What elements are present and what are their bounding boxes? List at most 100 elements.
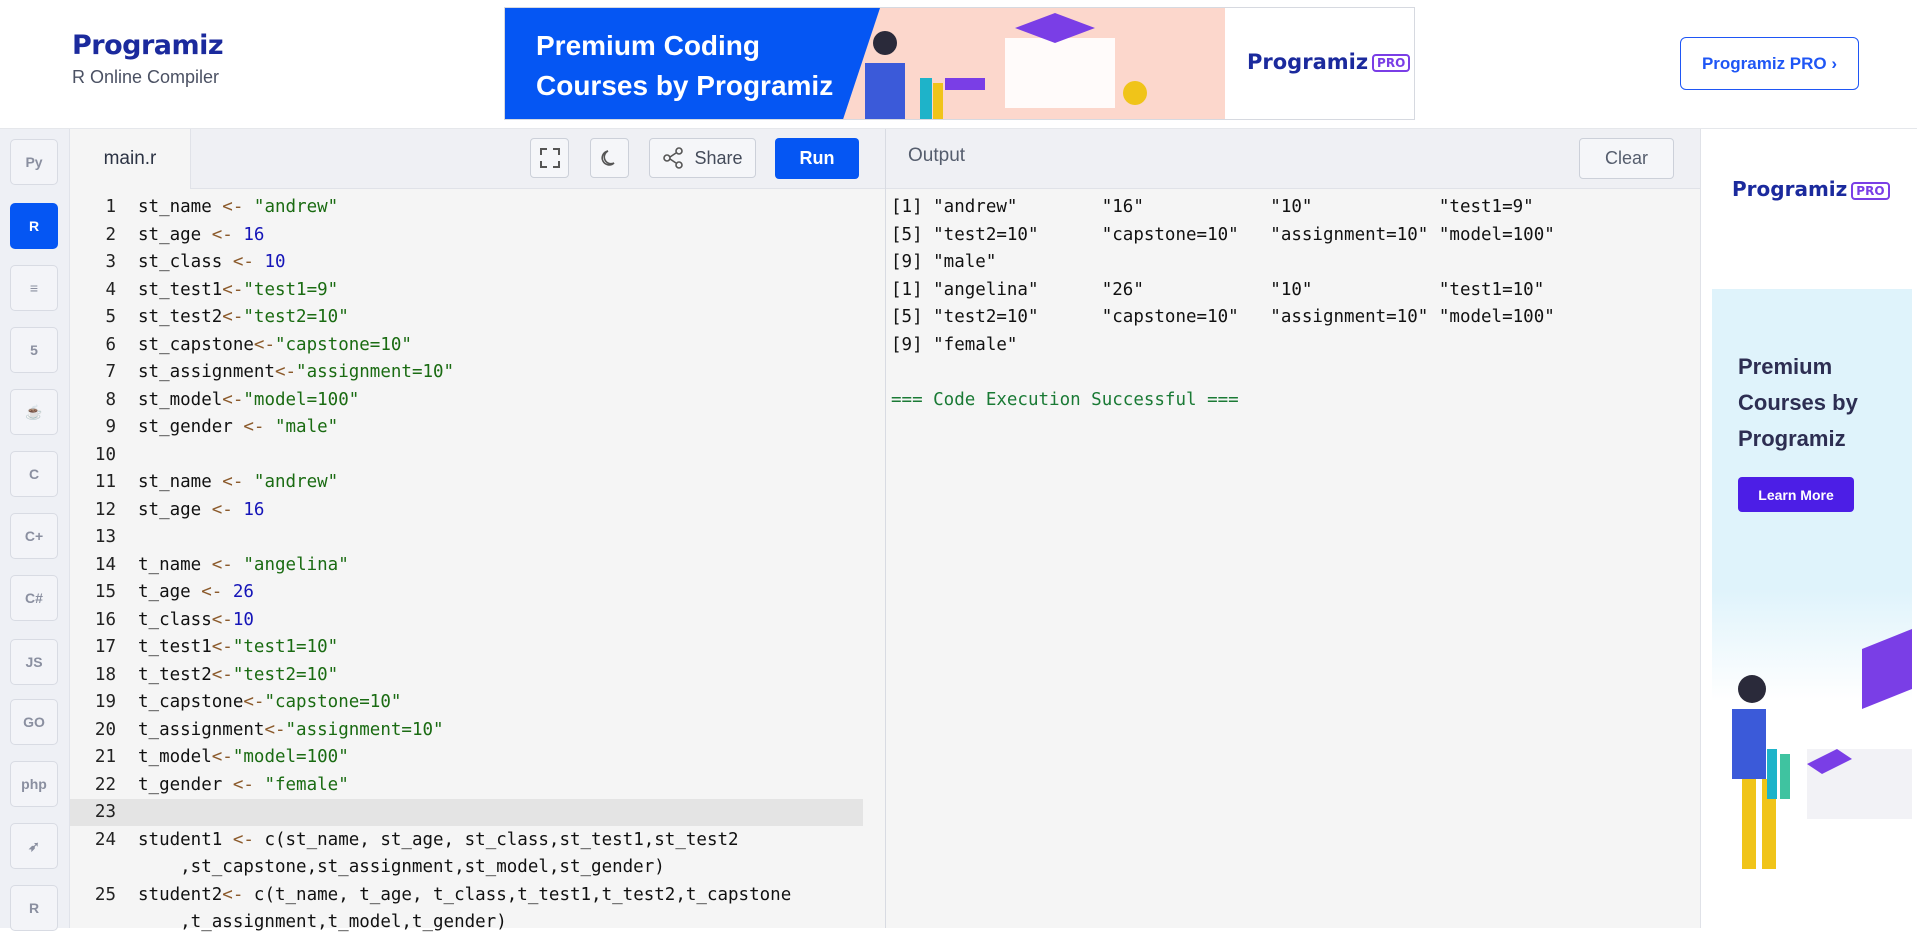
cpp-icon: C+ <box>24 528 44 544</box>
code-line[interactable]: 6 st_capstone<-"capstone=10" <box>70 332 412 359</box>
line-number: 11 <box>94 472 116 492</box>
code-text: st_age <- 16 <box>138 499 265 520</box>
code-text: ,t_assignment,t_model,t_gender) <box>138 912 507 932</box>
code-line[interactable]: 1 st_name <- "andrew" <box>70 194 338 221</box>
sidebar-item-javascript[interactable]: JS <box>10 639 58 685</box>
sidebar-item-python[interactable]: Py <box>10 139 58 185</box>
code-line[interactable]: 21 t_model<-"model=100" <box>70 744 349 771</box>
code-line[interactable]: 23 <box>70 799 138 826</box>
right-ad-logo: Programiz PRO <box>1732 177 1890 201</box>
code-line[interactable]: 12 st_age <- 16 <box>70 497 265 524</box>
ad-logo-text: Programiz <box>1247 50 1369 74</box>
code-line[interactable]: 10 <box>70 442 138 469</box>
code-line[interactable]: 4 st_test1<-"test1=9" <box>70 277 338 304</box>
output-pane: Output Clear [1] "andrew" "16" "10" "tes… <box>885 129 1700 928</box>
code-line[interactable]: 17 t_test1<-"test1=10" <box>70 634 338 661</box>
code-line[interactable]: 18 t_test2<-"test2=10" <box>70 662 338 689</box>
code-text: ,st_capstone,st_assignment,st_model,st_g… <box>138 857 665 877</box>
line-number: 14 <box>94 554 116 575</box>
code-editor[interactable]: 1 st_name <- "andrew" 2 st_age <- 16 3 st_cla… <box>70 188 885 932</box>
clear-button[interactable]: Clear <box>1579 138 1674 179</box>
code-line[interactable]: 14 t_name <- "angelina" <box>70 552 349 579</box>
sidebar-item-rust[interactable]: R <box>10 885 58 931</box>
share-button[interactable]: Share <box>649 138 756 178</box>
code-text: student2<- c(t_name, t_age, t_class,t_te… <box>138 884 792 905</box>
learn-more-button[interactable]: Learn More <box>1738 477 1854 512</box>
brand[interactable]: Programiz R Online Compiler <box>72 30 224 88</box>
line-number: 7 <box>105 362 116 382</box>
output-line: [1] "andrew" "16" "10" "test1=9" <box>891 197 1534 217</box>
code-line[interactable]: ,st_capstone,st_assignment,st_model,st_g… <box>70 854 665 881</box>
sidebar-item-r[interactable]: R <box>10 203 58 249</box>
code-text: st_capstone<-"capstone=10" <box>138 334 412 355</box>
code-text: t_age <- 26 <box>138 582 254 602</box>
sidebar-item-cpp[interactable]: C+ <box>10 513 58 559</box>
code-text: st_test1<-"test1=9" <box>138 279 339 300</box>
code-text: st_test2<-"test2=10" <box>138 307 349 327</box>
code-line[interactable]: 24 student1 <- c(st_name, st_age, st_clas… <box>70 827 739 854</box>
sidebar-item-java[interactable]: ☕ <box>10 389 58 435</box>
code-line[interactable]: 22 t_gender <- "female" <box>70 772 349 799</box>
code-text: st_name <- "andrew" <box>138 472 339 492</box>
code-line[interactable]: 15 t_age <- 26 <box>70 579 254 606</box>
tab-main-r[interactable]: main.r <box>70 129 191 189</box>
code-line[interactable]: 8 st_model<-"model=100" <box>70 387 359 414</box>
line-number: 3 <box>105 252 116 272</box>
code-text: t_name <- "angelina" <box>138 554 349 575</box>
line-number: 22 <box>94 774 116 795</box>
dark-mode-button[interactable] <box>590 138 629 178</box>
sidebar-item-c[interactable]: C <box>10 451 58 497</box>
output-line: [9] "male" <box>891 252 997 272</box>
programiz-pro-button[interactable]: Programiz PRO › <box>1680 37 1859 90</box>
sidebar-item-swift[interactable]: ➶ <box>10 823 58 869</box>
html5-icon: 5 <box>30 342 38 358</box>
swift-icon: ➶ <box>28 837 40 854</box>
csharp-icon: C# <box>25 590 43 606</box>
code-line[interactable]: 3 st_class <- 10 <box>70 249 285 276</box>
go-icon: GO <box>23 714 45 730</box>
sidebar-item-php[interactable]: php <box>10 761 58 807</box>
code-text: t_assignment<-"assignment=10" <box>138 719 444 740</box>
fullscreen-button[interactable] <box>530 138 569 178</box>
javascript-icon: JS <box>25 654 43 670</box>
code-text: st_gender <- "male" <box>138 417 339 437</box>
line-number: 5 <box>105 307 116 327</box>
ad-headline: Premium Coding Courses by Programiz <box>536 26 833 106</box>
line-number: 4 <box>105 279 116 300</box>
right-ad-banner[interactable]: Programiz PRO Premium Courses by Programi… <box>1712 139 1912 889</box>
fullscreen-icon <box>539 148 560 168</box>
code-line[interactable]: 9 st_gender <- "male" <box>70 414 338 441</box>
right-ad-title-line1: Premium <box>1738 354 1833 379</box>
top-ad-banner[interactable]: Premium Coding Courses by Programiz Prog… <box>504 7 1415 120</box>
code-line[interactable]: 2 st_age <- 16 <box>70 222 264 249</box>
python-icon: Py <box>25 154 43 170</box>
code-line[interactable]: 11 st_name <- "andrew" <box>70 469 338 496</box>
sidebar-item-html5[interactable]: 5 <box>10 327 58 373</box>
line-number: 17 <box>94 637 116 657</box>
line-number: 23 <box>94 802 116 822</box>
sidebar-item-go[interactable]: GO <box>10 699 58 745</box>
ad-pro-badge: PRO <box>1372 54 1411 72</box>
right-ad-pro-badge: PRO <box>1851 181 1890 200</box>
line-number: 24 <box>94 829 116 850</box>
code-line[interactable]: 25 student2<- c(t_name, t_age, t_class,t_… <box>70 882 791 909</box>
line-number: 16 <box>94 609 116 630</box>
brand-logo: Programiz <box>72 30 224 61</box>
code-line[interactable]: 19 t_capstone<-"capstone=10" <box>70 689 401 716</box>
ad-illustration <box>835 8 1225 119</box>
code-line[interactable]: 13 <box>70 524 138 551</box>
line-number: 13 <box>94 527 116 547</box>
sidebar-item-database[interactable]: ≡ <box>10 265 58 311</box>
code-text: t_test1<-"test1=10" <box>138 637 339 657</box>
line-number: 19 <box>94 692 116 712</box>
code-line[interactable]: 16 t_class<-10 <box>70 607 254 634</box>
code-line[interactable]: 20 t_assignment<-"assignment=10" <box>70 717 444 744</box>
run-button[interactable]: Run <box>775 138 859 179</box>
code-line[interactable]: 5 st_test2<-"test2=10" <box>70 304 349 331</box>
sidebar-item-csharp[interactable]: C# <box>10 575 58 621</box>
code-line[interactable]: ,t_assignment,t_model,t_gender) <box>70 909 507 936</box>
database-icon: ≡ <box>29 280 39 296</box>
code-line[interactable]: 7 st_assignment<-"assignment=10" <box>70 359 454 386</box>
line-number: 25 <box>94 884 116 905</box>
line-number: 20 <box>94 719 116 740</box>
